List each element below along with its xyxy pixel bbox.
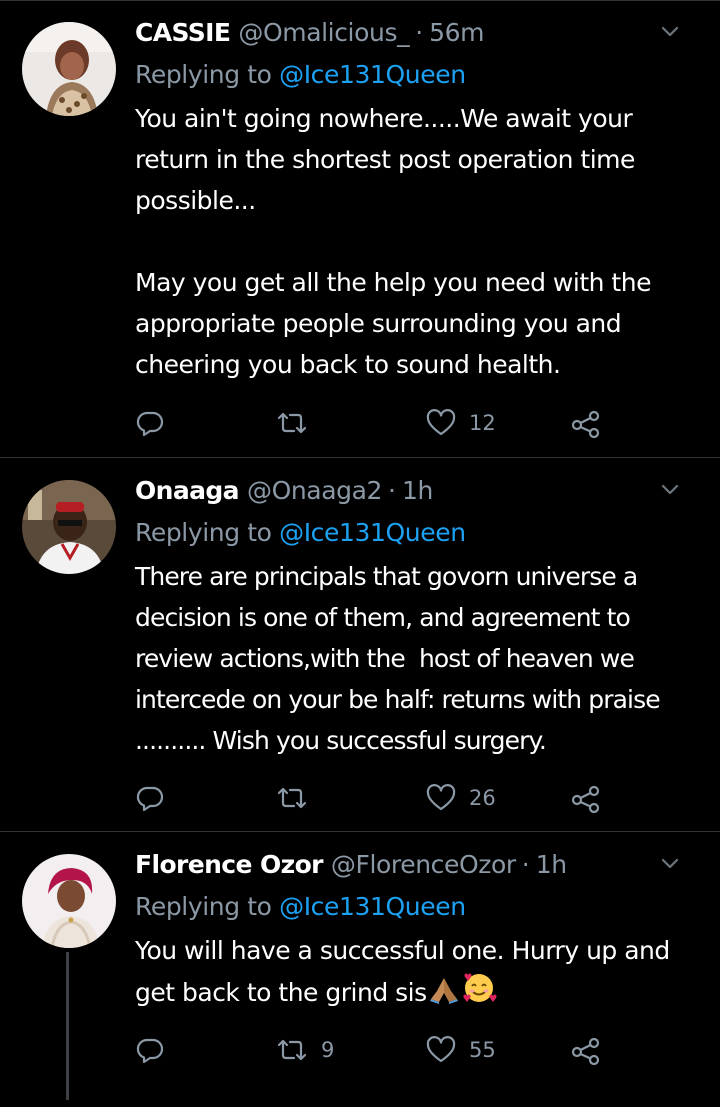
replying-to-label: Replying to [135, 518, 280, 547]
reply-button[interactable] [135, 1032, 165, 1068]
tweet-header: CASSIE @Omalicious_ · 56m [135, 16, 706, 50]
replying-to-mention[interactable]: @Ice131Queen [279, 892, 466, 921]
separator-dot: · [521, 850, 530, 879]
reply-button[interactable] [135, 405, 165, 441]
tweet-actions: 26 [135, 780, 615, 816]
display-name[interactable]: CASSIE [135, 16, 231, 50]
tweet-header: Florence Ozor @FlorenceOzor · 1h [135, 848, 706, 882]
replying-to-mention[interactable]: @Ice131Queen [279, 60, 466, 89]
tweet-content: Onaaga @Onaaga2 · 1h Replying to @Ice131… [135, 474, 706, 761]
reply-icon [136, 786, 164, 812]
avatar-onaaga[interactable] [22, 480, 116, 574]
separator-dot: · [388, 476, 396, 505]
replying-to-label: Replying to [135, 892, 280, 921]
tweet-timestamp[interactable]: 56m [429, 16, 484, 50]
tweet-timestamp[interactable]: 1h [536, 848, 567, 882]
share-icon [571, 785, 600, 813]
avatar-cassie[interactable] [22, 22, 116, 116]
thread-connector-line [66, 952, 69, 1100]
display-name[interactable]: Onaaga [135, 474, 240, 508]
tweet-timestamp[interactable]: 1h [402, 474, 433, 508]
replying-to-label: Replying to [135, 60, 280, 89]
replying-to-line: Replying to @Ice131Queen [135, 890, 706, 924]
display-name[interactable]: Florence Ozor [135, 848, 324, 882]
replying-to-line: Replying to @Ice131Queen [135, 58, 706, 92]
tweet-florence-ozor[interactable]: Florence Ozor @FlorenceOzor · 1h Replyin… [0, 832, 720, 1107]
praying-hands-emoji [429, 978, 458, 1004]
tweet-paragraph: You ain't going nowhere.....We await you… [135, 104, 643, 215]
tweet-paragraph: There are principals that govorn univers… [135, 562, 667, 755]
retweet-button[interactable] [275, 780, 309, 816]
avatar-florence-ozor[interactable] [22, 854, 116, 948]
tweet-header: Onaaga @Onaaga2 · 1h [135, 474, 706, 508]
replying-to-mention[interactable]: @Ice131Queen [279, 518, 466, 547]
tweet-text: You will have a successful one. Hurry up… [135, 930, 706, 1013]
share-button[interactable] [570, 780, 602, 816]
separator-dot: · [415, 18, 424, 47]
chevron-down-icon[interactable] [656, 850, 684, 878]
like-button[interactable]: 12 [425, 405, 496, 441]
reply-button[interactable] [135, 780, 165, 816]
user-handle[interactable]: @Omalicious_ [238, 16, 409, 50]
tweet-actions: 12 [135, 405, 615, 441]
tweet-text: There are principals that govorn univers… [135, 556, 706, 761]
like-button[interactable]: 55 [425, 1032, 496, 1068]
retweet-count: 9 [321, 1038, 335, 1062]
retweet-icon [277, 787, 307, 809]
tweet-content: CASSIE @Omalicious_ · 56m Replying to @I… [135, 16, 706, 385]
chevron-down-icon[interactable] [656, 476, 684, 504]
reply-icon [136, 1038, 164, 1064]
like-count: 26 [469, 786, 496, 810]
tweet-cassie[interactable]: CASSIE @Omalicious_ · 56m Replying to @I… [0, 0, 720, 458]
share-icon [571, 1037, 600, 1065]
like-button[interactable]: 26 [425, 780, 496, 816]
retweet-icon [277, 1039, 307, 1061]
chevron-down-icon[interactable] [656, 18, 684, 46]
share-icon [571, 410, 600, 438]
tweet-text: You ain't going nowhere.....We await you… [135, 98, 706, 385]
like-count: 12 [469, 411, 496, 435]
tweet-content: Florence Ozor @FlorenceOzor · 1h Replyin… [135, 848, 706, 1013]
replying-to-line: Replying to @Ice131Queen [135, 516, 706, 550]
user-handle[interactable]: @FlorenceOzor [331, 848, 516, 882]
like-icon [426, 784, 456, 811]
share-button[interactable] [570, 405, 602, 441]
smiling-face-with-hearts-emoji [463, 973, 497, 1002]
tweet-paragraph: May you get all the help you need with t… [135, 268, 659, 379]
like-icon [426, 1036, 456, 1063]
retweet-icon [277, 412, 307, 434]
tweet-actions: 9 55 [135, 1032, 615, 1068]
retweet-button[interactable]: 9 [275, 1032, 334, 1068]
user-handle[interactable]: @Onaaga2 [247, 474, 382, 508]
share-button[interactable] [570, 1032, 602, 1068]
tweet-onaaga[interactable]: Onaaga @Onaaga2 · 1h Replying to @Ice131… [0, 458, 720, 832]
like-count: 55 [469, 1038, 496, 1062]
reply-icon [136, 411, 164, 437]
like-icon [426, 409, 456, 436]
tweet-paragraph: You will have a successful one. Hurry up… [135, 936, 678, 1007]
retweet-button[interactable] [275, 405, 309, 441]
